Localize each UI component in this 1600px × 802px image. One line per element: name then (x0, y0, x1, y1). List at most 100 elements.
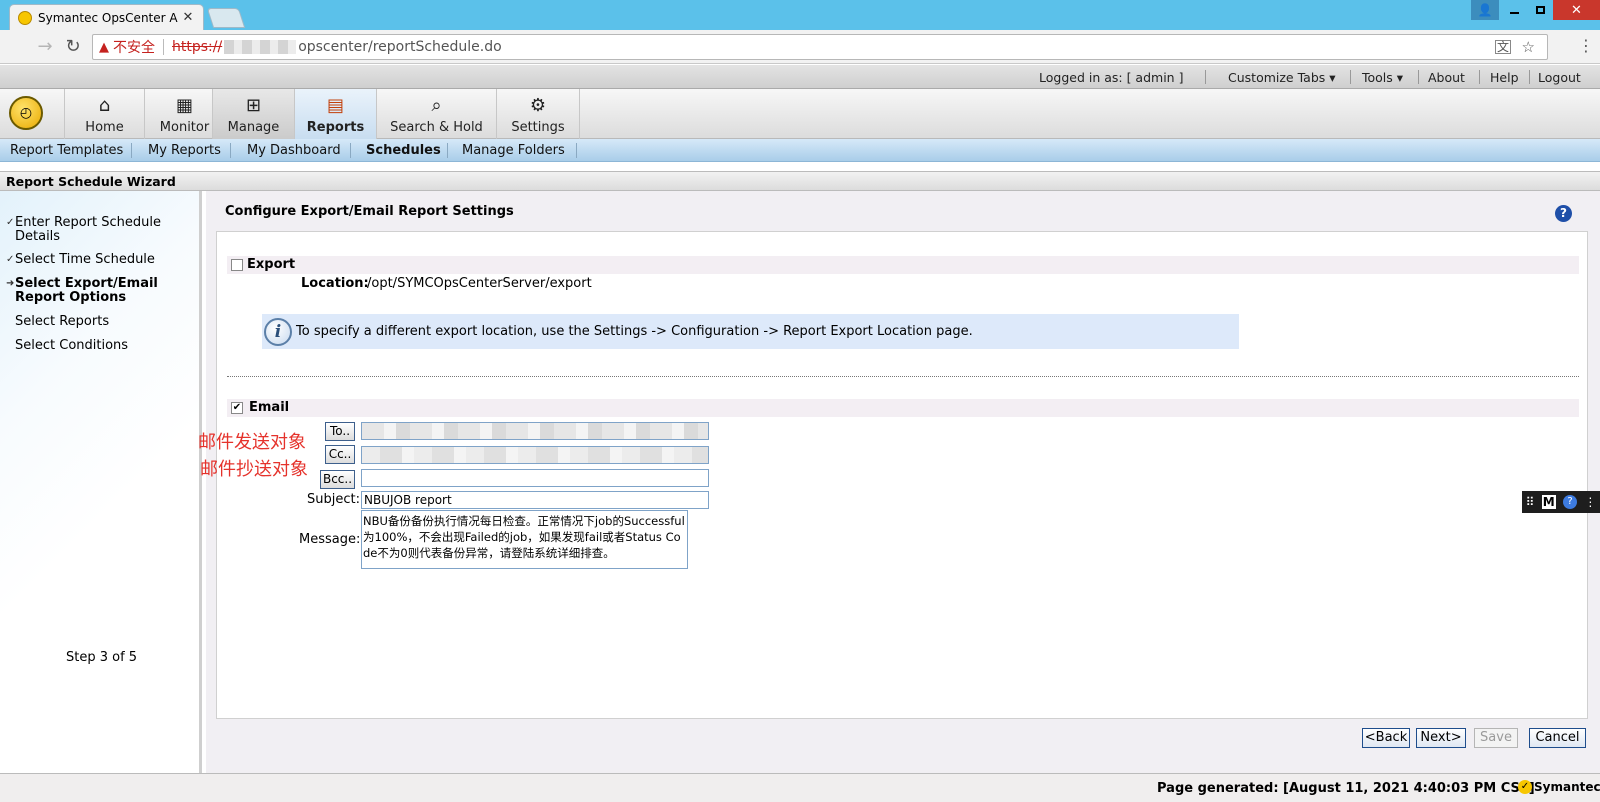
user-profile-icon[interactable]: 👤 (1471, 0, 1499, 20)
bcc-button[interactable]: Bcc.. (320, 470, 355, 489)
browser-tab-title: Symantec OpsCenter A (38, 10, 178, 25)
section-title: Configure Export/Email Report Settings (225, 204, 514, 219)
translate-icon[interactable]: 文 (1495, 40, 1511, 54)
tab-settings[interactable]: ⚙ Settings (496, 89, 580, 139)
monitor-icon: ▦ (175, 94, 193, 116)
checkmark-icon: ✓ (1518, 780, 1532, 794)
more-icon[interactable]: ⋮ (1584, 495, 1596, 509)
help-circle-icon[interactable]: ? (1563, 495, 1578, 509)
dropdown-arrow-icon: ▾ (1396, 70, 1404, 85)
new-tab-button[interactable] (206, 8, 246, 28)
page-generated-text: Page generated: [August 11, 2021 4:40:03… (1157, 781, 1535, 796)
opscenter-logo-icon: ◴ (9, 96, 43, 130)
tab-search-hold[interactable]: ⌕ Search & Hold (376, 89, 496, 139)
url-path: opscenter/reportSchedule.do (298, 39, 502, 55)
next-button[interactable]: Next> (1416, 728, 1466, 748)
reports-subnav: Report Templates My Reports My Dashboard… (0, 139, 1600, 162)
m-icon[interactable]: M (1541, 495, 1556, 509)
manage-icon: ⊞ (245, 94, 262, 116)
wizard-step-5: Select Conditions (15, 338, 129, 353)
close-tab-icon[interactable]: ✕ (181, 10, 195, 25)
home-icon: ⌂ (98, 94, 111, 116)
message-label: Message: (299, 532, 361, 547)
logged-in-label: Logged in as: [ admin ] (1039, 70, 1184, 85)
tab-manage[interactable]: ⊞ Manage (212, 89, 294, 139)
info-text: To specify a different export location, … (296, 324, 973, 339)
maximize-window-button[interactable] (1527, 0, 1553, 20)
wizard-step-3-current: ➜ Select Export/Email Report Options (6, 276, 158, 305)
tab-reports[interactable]: ▤ Reports (294, 89, 376, 139)
symantec-logo: ✓ Symantec. (1518, 780, 1600, 794)
grip-icon[interactable]: ⠿ (1526, 495, 1535, 509)
tab-home[interactable]: ⌂ Home (64, 89, 144, 139)
save-button[interactable]: Save (1474, 728, 1518, 748)
message-textarea[interactable]: NBU备份备份执行情况每日检查。正常情况下job的Successful为100%… (361, 510, 688, 569)
wizard-step-4: Select Reports (15, 314, 110, 329)
info-message: i To specify a different export location… (262, 314, 1239, 349)
forward-arrow-icon[interactable]: → (34, 36, 56, 58)
help-link[interactable]: Help (1490, 70, 1519, 85)
to-input-redacted[interactable] (361, 422, 709, 440)
browser-titlebar: Symantec OpsCenter A ✕ 👤 ✕ (0, 0, 1600, 30)
about-link[interactable]: About (1428, 70, 1465, 85)
current-step-arrow-icon: ➜ (6, 278, 15, 289)
info-icon: i (264, 317, 292, 346)
settings-icon: ⚙ (529, 94, 547, 116)
cc-button[interactable]: Cc.. (325, 445, 355, 464)
export-section-header: Export (227, 256, 1579, 274)
reports-icon: ▤ (326, 94, 344, 116)
subject-input[interactable]: NBUJOB report (361, 491, 709, 509)
customize-tabs-dropdown[interactable]: Customize Tabs ▾ (1228, 70, 1336, 85)
step-indicator: Step 3 of 5 (66, 650, 138, 665)
reload-icon[interactable]: ↻ (62, 36, 84, 58)
check-icon: ✓ (6, 254, 15, 265)
opscenter-favicon (18, 10, 32, 25)
to-button[interactable]: To.. (325, 422, 355, 441)
annotation-to: 邮件发送对象 (198, 432, 306, 453)
subnav-manage-folders[interactable]: Manage Folders (462, 143, 565, 158)
subnav-schedules[interactable]: Schedules (366, 143, 441, 158)
location-label: Location: (301, 276, 369, 291)
email-checkbox[interactable]: ✔ (231, 402, 243, 414)
help-icon[interactable]: ? (1555, 205, 1572, 222)
tools-menu[interactable]: Tools ▾ (1362, 70, 1403, 85)
insecure-label: 不安全 (113, 40, 155, 56)
cancel-button[interactable]: Cancel (1529, 728, 1586, 748)
export-checkbox[interactable] (231, 259, 243, 271)
close-window-button[interactable]: ✕ (1553, 0, 1600, 20)
browser-menu-icon[interactable]: ⋮ (1578, 36, 1594, 55)
subnav-report-templates[interactable]: Report Templates (10, 143, 123, 158)
annotation-cc: 邮件抄送对象 (200, 459, 308, 480)
subnav-my-dashboard[interactable]: My Dashboard (247, 143, 341, 158)
email-label: Email (249, 400, 290, 415)
wizard-step-1: ✓ Enter Report Schedule Details (6, 215, 161, 244)
url-scheme: https:// (172, 39, 223, 55)
floating-toolbar: ⠿ M ? ⋮ (1522, 491, 1600, 513)
settings-form: Export Location: /opt/SYMCOpsCenterServe… (216, 231, 1588, 719)
url-input[interactable]: ▲ 不安全 https:// opscenter/reportSchedule.… (92, 34, 1548, 60)
app-header-links: Logged in as: [ admin ] Customize Tabs ▾… (0, 65, 1600, 89)
wizard-main-panel: Configure Export/Email Report Settings ?… (206, 191, 1600, 773)
back-button[interactable]: <Back (1362, 728, 1410, 748)
check-icon: ✓ (6, 217, 15, 228)
status-bar: Page generated: [August 11, 2021 4:40:03… (0, 773, 1600, 802)
browser-address-bar: ← → ↻ ▲ 不安全 https:// opscenter/reportSch… (0, 30, 1600, 64)
warning-icon: ▲ (99, 39, 109, 55)
subject-label: Subject: (307, 492, 360, 507)
subnav-my-reports[interactable]: My Reports (148, 143, 221, 158)
location-value: /opt/SYMCOpsCenterServer/export (367, 276, 592, 291)
url-host-redacted (224, 40, 297, 54)
browser-tab[interactable]: Symantec OpsCenter A ✕ (9, 4, 204, 30)
bookmark-star-icon[interactable]: ☆ (1522, 38, 1535, 56)
search-icon: ⌕ (431, 94, 442, 116)
section-divider (227, 376, 1579, 377)
wizard-step-2: ✓ Select Time Schedule (6, 252, 155, 267)
cc-input-redacted[interactable] (361, 446, 709, 464)
bcc-input[interactable] (361, 469, 709, 487)
minimize-window-button[interactable] (1501, 0, 1527, 20)
wizard-steps-panel: ✓ Enter Report Schedule Details ✓ Select T… (0, 191, 202, 773)
email-section-header: ✔ Email (227, 399, 1579, 417)
main-tab-bar: ◴ ⌂ Home ▦ Monitor ⊞ Manage ▤ Reports ⌕ … (0, 89, 1600, 139)
export-label: Export (247, 257, 296, 272)
logout-link[interactable]: Logout (1538, 70, 1581, 85)
